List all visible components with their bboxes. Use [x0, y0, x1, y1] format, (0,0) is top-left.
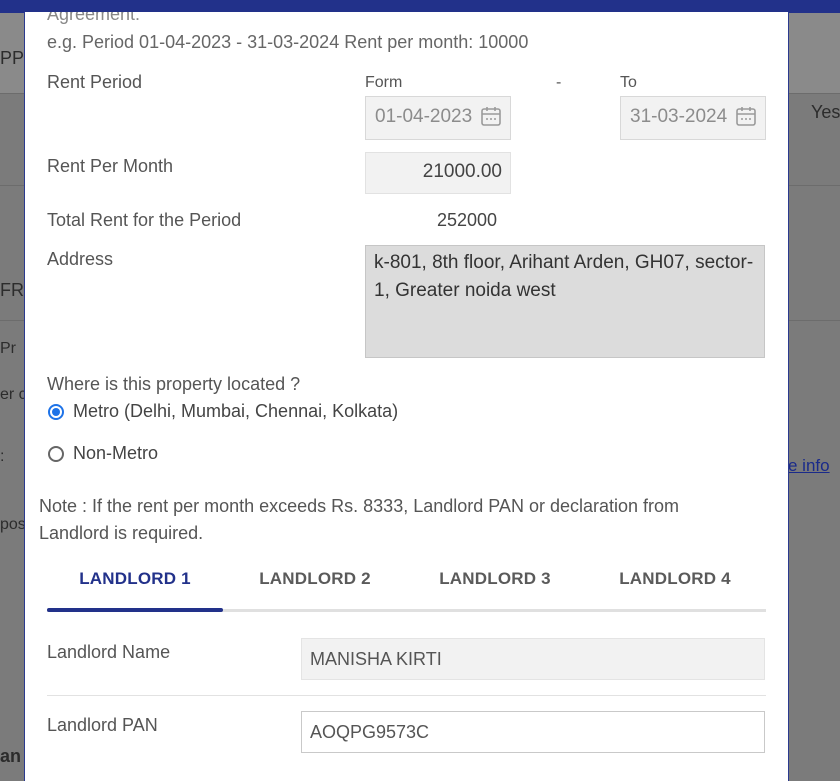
tab-landlord-2[interactable]: LANDLORD 2	[227, 562, 403, 610]
metro-radio[interactable]	[48, 403, 64, 420]
field-divider	[47, 695, 766, 696]
tab-landlord-1[interactable]: LANDLORD 1	[47, 562, 223, 610]
from-date-value: 01-04-2023	[375, 106, 473, 127]
from-date-label: Form	[365, 74, 403, 91]
background-text: an	[0, 746, 22, 766]
background-text: er c	[0, 386, 27, 403]
total-rent-label: Total Rent for the Period	[47, 210, 242, 230]
example-text: e.g. Period 01-04-2023 - 31-03-2024 Rent…	[47, 32, 529, 52]
address-label: Address	[47, 249, 114, 269]
non-metro-radio[interactable]	[48, 445, 64, 462]
background-text: :	[0, 448, 5, 465]
more-info-link[interactable]: e info	[788, 456, 830, 476]
non-metro-option-label: Non-Metro	[73, 443, 159, 463]
rent-details-modal: Agreement: e.g. Period 01-04-2023 - 31-0…	[24, 12, 789, 781]
background-text: FR	[0, 280, 24, 300]
to-date-label: To	[620, 74, 637, 91]
rent-per-month-field[interactable]: 21000.00	[365, 152, 511, 194]
landlord-pan-label: Landlord PAN	[47, 715, 158, 735]
pan-note: Note : If the rent per month exceeds Rs.…	[39, 496, 680, 543]
landlord-tabs: LANDLORD 1 LANDLORD 2 LANDLORD 3 LANDLOR…	[47, 562, 766, 614]
tab-landlord-3[interactable]: LANDLORD 3	[407, 562, 583, 610]
location-question: Where is this property located ?	[47, 374, 301, 394]
metro-option-label: Metro (Delhi, Mumbai, Chennai, Kolkata)	[73, 401, 399, 421]
agreement-label: Agreement:	[47, 12, 141, 24]
address-field[interactable]: k-801, 8th floor, Arihant Arden, GH07, s…	[365, 245, 765, 358]
rent-per-month-label: Rent Per Month	[47, 156, 174, 176]
background-text: pos	[0, 516, 26, 533]
to-date-field[interactable]: 31-03-2024	[620, 96, 766, 140]
tab-landlord-4[interactable]: LANDLORD 4	[587, 562, 763, 610]
to-date-value: 31-03-2024	[630, 106, 728, 127]
background-text: Yes	[811, 102, 840, 122]
rent-period-label: Rent Period	[47, 72, 143, 92]
metro-option[interactable]: Metro (Delhi, Mumbai, Chennai, Kolkata)	[48, 401, 398, 422]
calendar-icon[interactable]	[480, 105, 502, 127]
from-date-field[interactable]: 01-04-2023	[365, 96, 511, 140]
background-text: Pr	[0, 340, 16, 357]
date-separator: -	[556, 74, 562, 91]
total-rent-value: 252000	[437, 210, 498, 230]
landlord-name-field[interactable]: MANISHA KIRTI	[301, 638, 765, 680]
landlord-name-label: Landlord Name	[47, 642, 171, 662]
active-tab-indicator	[47, 608, 223, 612]
calendar-icon[interactable]	[735, 105, 757, 127]
landlord-pan-field[interactable]: AOQPG9573C	[301, 711, 765, 753]
non-metro-option[interactable]: Non-Metro	[48, 443, 158, 464]
